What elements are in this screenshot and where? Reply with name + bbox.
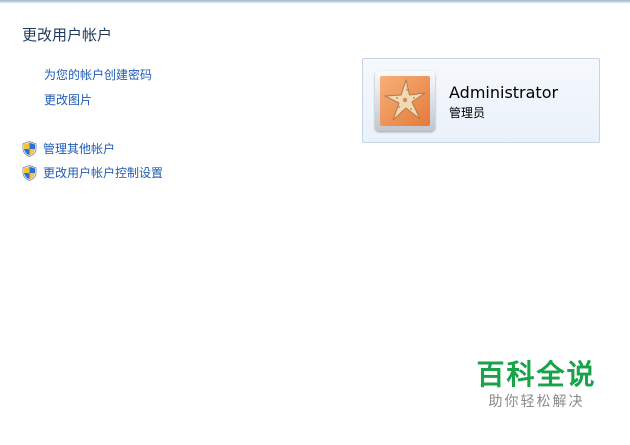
account-card: Administrator 管理员 bbox=[362, 58, 600, 143]
account-role: 管理员 bbox=[449, 106, 486, 120]
create-password-link[interactable]: 为您的帐户创建密码 bbox=[44, 66, 152, 83]
change-picture-link[interactable]: 更改图片 bbox=[44, 91, 92, 108]
page-title: 更改用户帐户 bbox=[22, 26, 113, 44]
uac-shield-icon bbox=[22, 140, 37, 157]
avatar-frame bbox=[375, 71, 435, 131]
uac-settings-row[interactable]: 更改用户帐户控制设置 bbox=[22, 164, 163, 181]
uac-settings-link[interactable]: 更改用户帐户控制设置 bbox=[43, 164, 163, 181]
manage-other-accounts-link[interactable]: 管理其他帐户 bbox=[43, 140, 115, 157]
window-top-edge bbox=[0, 0, 630, 3]
watermark-subtitle: 助你轻松解决 bbox=[488, 394, 585, 410]
manage-other-accounts-row[interactable]: 管理其他帐户 bbox=[22, 140, 115, 157]
watermark-title: 百科全说 bbox=[476, 358, 597, 391]
starfish-avatar-icon bbox=[380, 76, 430, 126]
uac-shield-icon bbox=[22, 164, 37, 181]
watermark: 百科全说 助你轻松解决 bbox=[464, 358, 609, 412]
account-name: Administrator bbox=[449, 83, 559, 102]
